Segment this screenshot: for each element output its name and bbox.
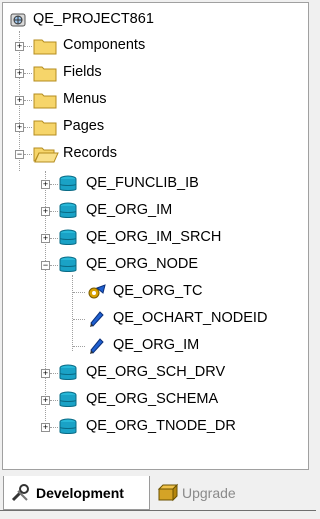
tab-upgrade-label: Upgrade bbox=[182, 485, 236, 501]
record-database-icon bbox=[59, 391, 77, 407]
record-database-icon bbox=[59, 202, 77, 218]
child-item-label: QE_OCHART_NODEID bbox=[113, 310, 268, 326]
tree-record[interactable]: + QE_ORG_SCH_DRV bbox=[3, 360, 303, 386]
tree-peoplecode-item[interactable]: QE_ORG_TC bbox=[3, 279, 303, 305]
folder-label: Pages bbox=[63, 118, 105, 134]
tab-upgrade[interactable]: Upgrade bbox=[152, 476, 262, 510]
tree-folder-records[interactable]: − Records bbox=[3, 141, 283, 167]
tree-folder-fields[interactable]: + Fields bbox=[3, 60, 283, 86]
tree-folder-components[interactable]: + Components bbox=[3, 33, 283, 59]
record-label: QE_ORG_NODE bbox=[86, 256, 198, 272]
tree-record[interactable]: + QE_FUNCLIB_IB bbox=[3, 171, 303, 197]
collapse-minus-icon[interactable]: − bbox=[15, 150, 24, 159]
project-name: QE_PROJECT861 bbox=[33, 11, 154, 27]
development-tools-icon bbox=[11, 483, 29, 501]
record-label: QE_ORG_IM bbox=[86, 202, 173, 218]
expand-plus-icon[interactable]: + bbox=[41, 423, 50, 432]
tab-development-label: Development bbox=[36, 484, 124, 501]
expand-plus-icon[interactable]: + bbox=[15, 123, 24, 132]
child-item-label: QE_ORG_TC bbox=[113, 283, 203, 299]
tree-folder-menus[interactable]: + Menus bbox=[3, 87, 283, 113]
expand-plus-icon[interactable]: + bbox=[41, 207, 50, 216]
project-icon bbox=[10, 13, 26, 27]
tree-record[interactable]: + QE_ORG_SCHEMA bbox=[3, 387, 303, 413]
expand-plus-icon[interactable]: + bbox=[41, 369, 50, 378]
record-label: QE_ORG_SCHEMA bbox=[86, 391, 219, 407]
child-item-label: QE_ORG_IM bbox=[113, 337, 200, 353]
tree-root[interactable]: QE_PROJECT861 bbox=[5, 7, 285, 33]
open-folder-icon bbox=[33, 147, 59, 163]
tree-peoplecode-item[interactable]: QE_OCHART_NODEID bbox=[3, 306, 307, 332]
peoplecode-gear-icon bbox=[88, 284, 106, 299]
folder-label: Components bbox=[63, 37, 146, 53]
tree-record[interactable]: + QE_ORG_IM_SRCH bbox=[3, 225, 303, 251]
record-label: QE_ORG_SCH_DRV bbox=[86, 364, 226, 380]
folder-label: Records bbox=[63, 145, 117, 161]
peoplecode-pencil-icon bbox=[90, 338, 104, 354]
tree-record-expanded[interactable]: − QE_ORG_NODE bbox=[3, 252, 303, 278]
folder-label: Menus bbox=[63, 91, 107, 107]
bottom-border bbox=[0, 510, 316, 511]
folder-label: Fields bbox=[63, 64, 102, 80]
record-label: QE_FUNCLIB_IB bbox=[86, 175, 199, 191]
tree-record[interactable]: + QE_ORG_TNODE_DR bbox=[3, 414, 303, 440]
view-tabs: Development Upgrade bbox=[0, 470, 316, 519]
expand-plus-icon[interactable]: + bbox=[15, 96, 24, 105]
record-label: QE_ORG_TNODE_DR bbox=[86, 418, 236, 434]
collapse-minus-icon[interactable]: − bbox=[41, 261, 50, 270]
tree-record[interactable]: + QE_ORG_IM bbox=[3, 198, 303, 224]
record-database-icon bbox=[59, 256, 77, 272]
expand-plus-icon[interactable]: + bbox=[41, 180, 50, 189]
folder-icon bbox=[33, 66, 57, 82]
expand-plus-icon[interactable]: + bbox=[15, 69, 24, 78]
project-tree-panel: QE_PROJECT861 + Components + Fields + Me… bbox=[2, 2, 309, 470]
record-database-icon bbox=[59, 175, 77, 191]
tree-peoplecode-item[interactable]: QE_ORG_IM bbox=[3, 333, 303, 359]
folder-icon bbox=[33, 93, 57, 109]
record-database-icon bbox=[59, 229, 77, 245]
tree-folder-pages[interactable]: + Pages bbox=[3, 114, 283, 140]
record-database-icon bbox=[59, 364, 77, 380]
peoplecode-pencil-icon bbox=[90, 311, 104, 327]
tab-development[interactable]: Development bbox=[3, 476, 150, 510]
folder-icon bbox=[33, 39, 57, 55]
record-label: QE_ORG_IM_SRCH bbox=[86, 229, 222, 245]
folder-icon bbox=[33, 120, 57, 136]
expand-plus-icon[interactable]: + bbox=[15, 42, 24, 51]
expand-plus-icon[interactable]: + bbox=[41, 234, 50, 243]
record-database-icon bbox=[59, 418, 77, 434]
expand-plus-icon[interactable]: + bbox=[41, 396, 50, 405]
upgrade-box-icon bbox=[157, 483, 178, 502]
